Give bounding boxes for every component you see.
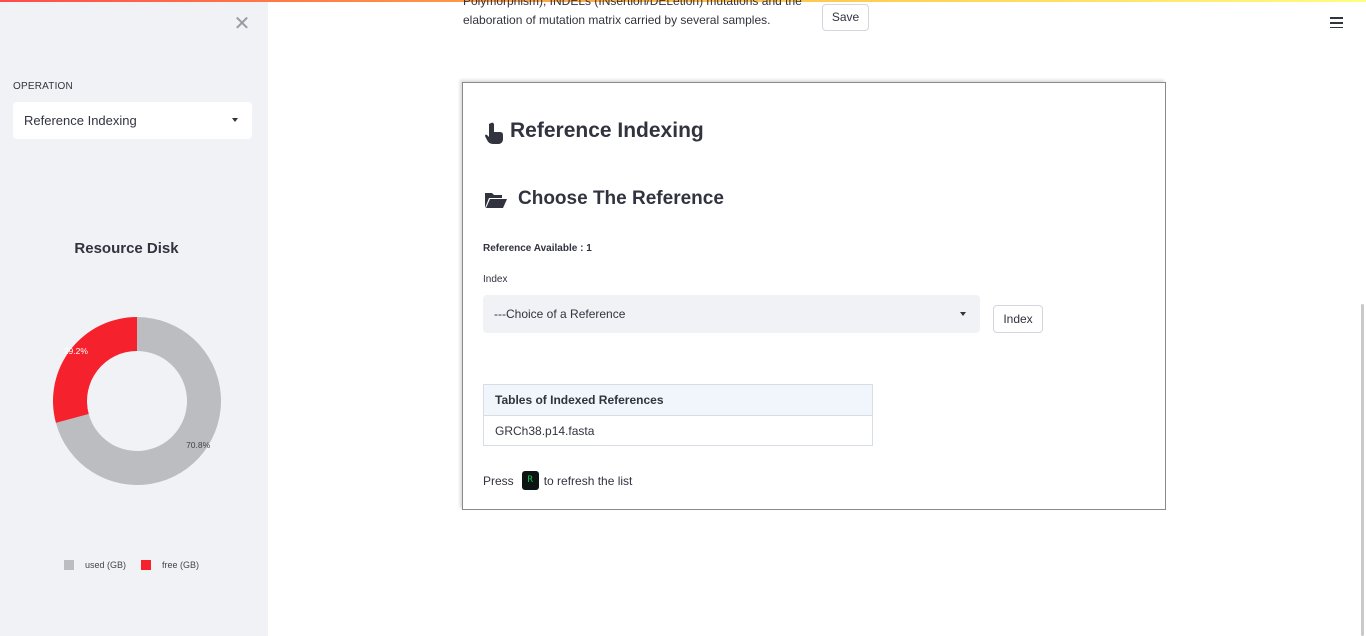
page-scrollbar[interactable] [1361,304,1364,636]
donut-label-free: 29.2% [64,346,89,356]
index-button[interactable]: Index [993,305,1043,333]
sidebar: ✕ OPERATION Reference Indexing Resource … [0,2,268,636]
legend-item-used[interactable]: used (GB) [64,560,126,570]
reference-select-value: ---Choice of a Reference [494,307,626,321]
table-header: Tables of Indexed References [483,384,873,416]
chevron-down-icon [960,312,966,316]
section-title-text: Choose The Reference [518,188,724,209]
legend-label-free: free (GB) [162,560,200,570]
refresh-key: R [521,471,539,490]
reference-indexing-card: Reference Indexing Choose The Reference … [462,82,1166,510]
legend-item-free[interactable]: free (GB) [141,560,199,570]
intro-text: Polymorphism), INDELs (INsertion/DELetio… [463,0,813,30]
legend-swatch-used [64,560,74,570]
open-folder-icon [485,193,507,208]
table-row[interactable]: GRCh38.p14.fasta [483,415,873,446]
page-title-text: Reference Indexing [510,119,704,142]
pointing-hand-icon [485,122,503,144]
refresh-suffix: to refresh the list [543,473,633,488]
reference-select[interactable]: ---Choice of a Reference [483,295,980,333]
donut-slice-free[interactable] [53,317,138,423]
index-label: Index [483,274,508,285]
hamburger-icon[interactable] [1330,17,1343,29]
refresh-hint: Press R to refresh the list [483,471,632,490]
donut-label-used: 70.8% [186,440,211,450]
legend-label-used: used (GB) [85,560,127,570]
table-cell: GRCh38.p14.fasta [483,415,873,446]
refresh-prefix: Press [483,473,514,488]
intro-line-2: elaboration of mutation matrix carried b… [463,13,771,27]
save-button[interactable]: Save [822,4,869,31]
intro-line-1: Polymorphism), INDELs (INsertion/DELetio… [463,0,802,8]
table-header-row: Tables of Indexed References [483,384,873,416]
reference-available-text: Reference Available : 1 [483,243,592,254]
chart-legend: used (GB) free (GB) [64,560,214,570]
legend-swatch-free [141,560,152,570]
page-title: Reference Indexing [484,117,704,145]
disk-donut-chart: 70.8% 29.2% [53,317,222,485]
indexed-references-table: Tables of Indexed References GRCh38.p14.… [483,384,873,446]
section-title: Choose The Reference [484,188,724,210]
